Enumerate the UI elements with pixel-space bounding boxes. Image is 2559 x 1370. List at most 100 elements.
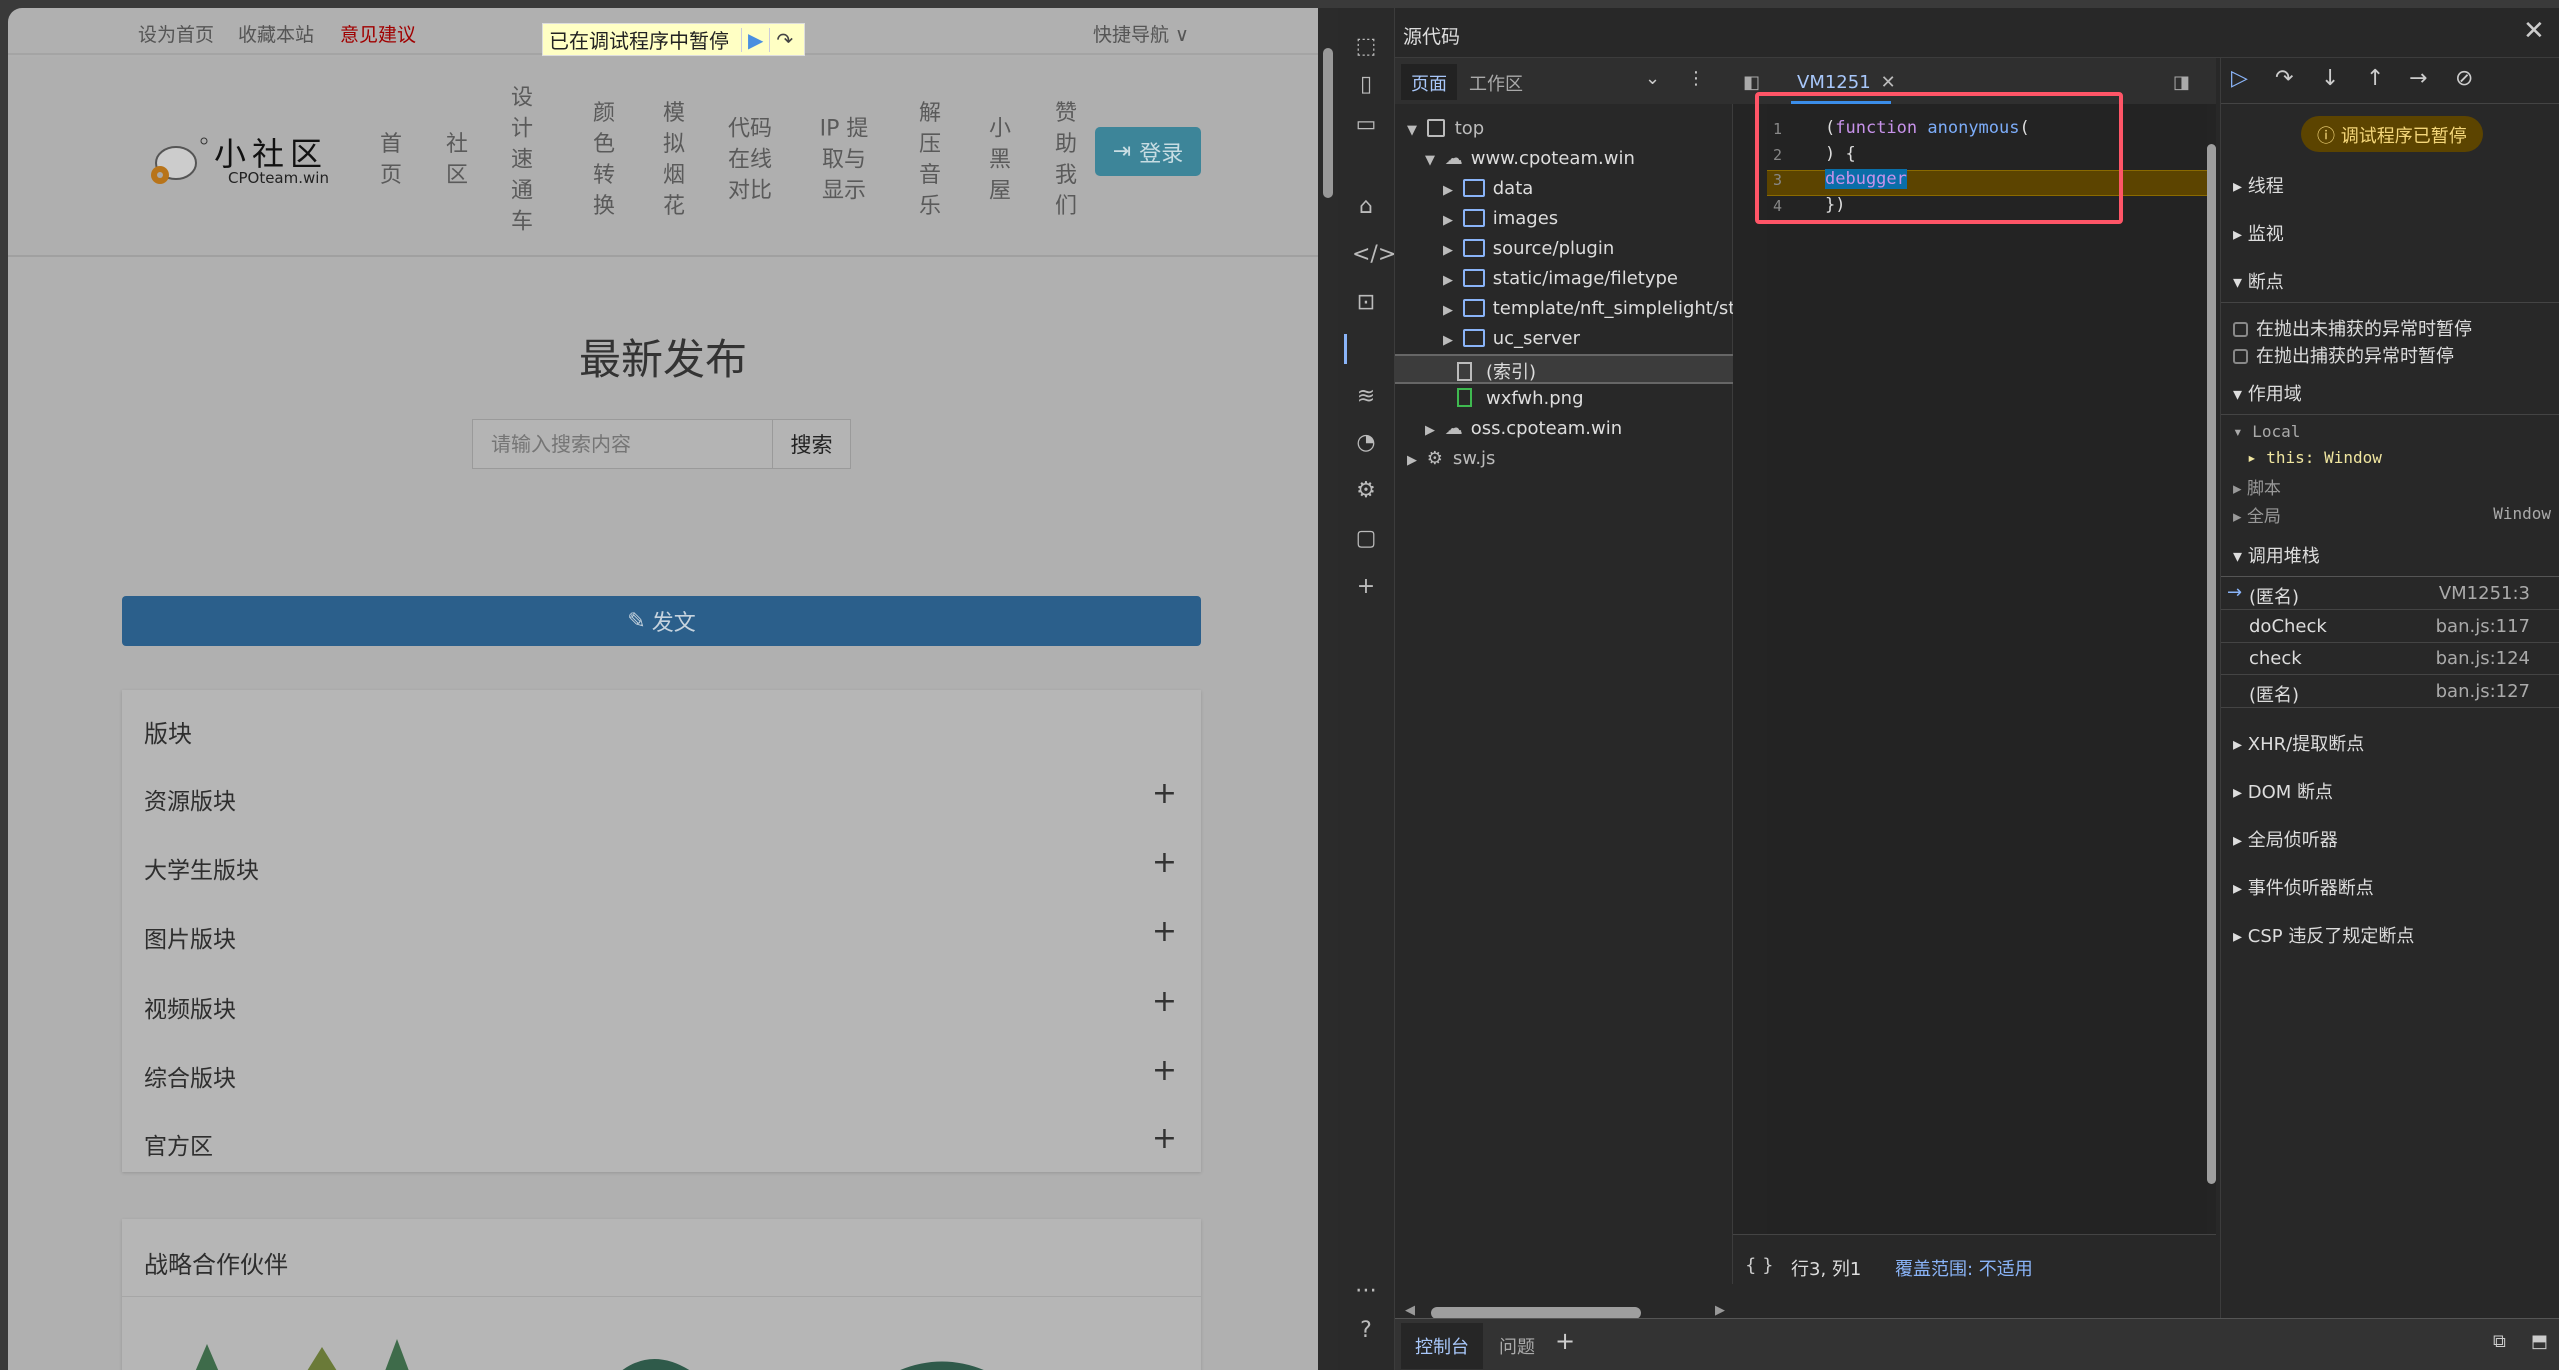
device-icon[interactable]: ▯ (1352, 72, 1380, 100)
pretty-print-button[interactable]: { } (1745, 1255, 1774, 1276)
board-item[interactable]: 视频版块 + (122, 984, 1201, 1024)
tree-item[interactable]: ▶ ⚙ sw.js (1407, 448, 1495, 469)
tree-item[interactable]: ▶ images (1443, 208, 1558, 229)
section-watch[interactable]: ▸ 监视 (2233, 220, 2284, 246)
tree-item[interactable]: ▶ static/image/filetype (1443, 268, 1678, 289)
plus-icon[interactable]: + (1152, 984, 1177, 1019)
section-event-breakpoints[interactable]: ▸ 事件侦听器断点 (2233, 874, 2374, 900)
step-icon[interactable]: → (2409, 66, 2427, 91)
nav-community[interactable]: 社区 (444, 129, 470, 191)
gear-icon[interactable]: ⚙ (1352, 478, 1380, 506)
section-dom[interactable]: ▸ DOM 断点 (2233, 778, 2333, 804)
nav-sponsor[interactable]: 赞助我们 (1053, 98, 1079, 222)
more-vert-icon[interactable]: ⋮ (1687, 68, 1705, 89)
performance-icon[interactable]: ◔ (1352, 430, 1380, 458)
scrollbar-thumb[interactable] (1323, 48, 1333, 198)
page-scrollbar[interactable] (1318, 8, 1338, 1370)
add-tool-icon[interactable]: + (1352, 574, 1380, 602)
tree-item[interactable]: ▶ data (1443, 178, 1533, 199)
login-button[interactable]: ⇥ 登录 (1095, 127, 1201, 176)
feedback-link[interactable]: 意见建议 (340, 20, 416, 47)
dock-icon[interactable]: ⧉ (2493, 1331, 2506, 1352)
nav-music[interactable]: 解压音乐 (917, 98, 943, 222)
board-item[interactable]: 大学生版块 + (122, 845, 1201, 885)
nav-fireworks[interactable]: 模拟烟花 (661, 98, 687, 222)
nav-design[interactable]: 设计速通车 (509, 83, 535, 238)
section-scope[interactable]: ▾ 作用域 (2233, 380, 2302, 406)
scope-this[interactable]: ▸ this: Window (2247, 448, 2382, 467)
nav-home[interactable]: 首页 (378, 129, 404, 191)
inspect-icon[interactable]: ⬚ (1352, 34, 1380, 62)
callstack-frame[interactable]: doCheck ban.js:117 (2221, 611, 2559, 643)
toggle-debugger-icon[interactable]: ◨ (2173, 72, 2190, 93)
tab-page[interactable]: 页面 (1401, 64, 1457, 100)
section-xhr[interactable]: ▸ XHR/提取断点 (2233, 730, 2364, 756)
nav-blackroom[interactable]: 小黑屋 (987, 114, 1013, 207)
application-icon[interactable]: ▢ (1352, 526, 1380, 554)
toggle-navigator-icon[interactable]: ◧ (1743, 72, 1760, 93)
callstack-frame[interactable]: check ban.js:124 (2221, 643, 2559, 675)
network-icon[interactable]: ≋ (1352, 384, 1380, 412)
step-over-icon[interactable]: ↷ (769, 27, 799, 52)
board-item[interactable]: 综合版块 + (122, 1053, 1201, 1093)
nav-code-diff[interactable]: 代码在线对比 (726, 114, 774, 207)
scrollbar-thumb[interactable] (2207, 144, 2216, 1184)
quick-nav-dropdown[interactable]: 快捷导航 ∨ (1093, 20, 1189, 47)
close-icon[interactable]: ✕ (2523, 16, 2545, 46)
step-into-icon[interactable]: ↓ (2321, 66, 2339, 91)
section-breakpoints[interactable]: ▾ 断点 (2233, 268, 2284, 294)
tree-item[interactable]: ▶ ☁ oss.cpoteam.win (1425, 418, 1622, 439)
board-item[interactable]: 官方区 + (122, 1121, 1201, 1161)
nav-ip[interactable]: IP 提取与显示 (818, 114, 870, 207)
elements-icon[interactable]: </> (1352, 242, 1396, 270)
bookmark-link[interactable]: 收藏本站 (238, 20, 314, 47)
chevron-down-icon[interactable]: ⌄ (1645, 68, 1660, 89)
tab-console[interactable]: 控制台 (1401, 1323, 1483, 1369)
tree-item[interactable]: ▶ source/plugin (1443, 238, 1614, 259)
pause-caught-checkbox[interactable]: 在抛出捕获的异常时暂停 (2233, 342, 2454, 368)
more-icon[interactable]: ⋯ (1352, 1278, 1380, 1306)
section-threads[interactable]: ▸ 线程 (2233, 172, 2284, 198)
step-out-icon[interactable]: ↑ (2366, 66, 2384, 91)
search-button[interactable]: 搜索 (772, 419, 851, 469)
plus-icon[interactable]: + (1152, 1053, 1177, 1088)
console-icon[interactable]: ⊡ (1352, 290, 1380, 318)
board-item[interactable]: 资源版块 + (122, 776, 1201, 816)
tree-item[interactable]: ▶ template/nft_simplelight/stat (1443, 298, 1753, 319)
resume-icon[interactable]: ▶ (741, 27, 769, 52)
resume-icon[interactable]: ▷ (2231, 66, 2248, 91)
step-over-icon[interactable]: ↷ (2275, 66, 2293, 91)
home-icon[interactable]: ⌂ (1352, 194, 1380, 222)
scope-global[interactable]: ▸ 全局 (2233, 502, 2281, 527)
coverage-status[interactable]: 覆盖范围: 不适用 (1895, 1255, 2033, 1281)
editor-scrollbar[interactable] (2207, 116, 2217, 1236)
pause-uncaught-checkbox[interactable]: 在抛出未捕获的异常时暂停 (2233, 315, 2472, 341)
scope-local[interactable]: ▾ Local (2233, 422, 2300, 441)
callstack-frame[interactable]: (匿名) ban.js:127 (2221, 676, 2559, 708)
scope-script[interactable]: ▸ 脚本 (2233, 474, 2281, 499)
section-callstack[interactable]: ▾ 调用堆栈 (2233, 542, 2320, 568)
tab-issues[interactable]: 问题 (1499, 1333, 1535, 1359)
callstack-frame[interactable]: → (匿名) VM1251:3 (2221, 578, 2559, 610)
section-csp[interactable]: ▸ CSP 违反了规定断点 (2233, 922, 2414, 948)
plus-icon[interactable]: + (1152, 914, 1177, 949)
sources-icon[interactable] (1352, 334, 1380, 362)
tree-item[interactable]: ▼ ☁ www.cpoteam.win (1425, 148, 1635, 169)
deactivate-breakpoints-icon[interactable]: ⊘ (2455, 66, 2473, 91)
help-icon[interactable]: ? (1352, 1318, 1380, 1346)
tree-item[interactable]: ▶ uc_server (1443, 328, 1580, 349)
plus-icon[interactable]: + (1152, 776, 1177, 811)
tab-workspace[interactable]: 工作区 (1469, 70, 1523, 96)
plus-icon[interactable]: + (1152, 845, 1177, 880)
plus-icon[interactable]: + (1152, 1121, 1177, 1156)
tree-item[interactable]: (索引) (1395, 354, 1733, 384)
board-item[interactable]: 图片版块 + (122, 914, 1201, 954)
section-global-listeners[interactable]: ▸ 全局侦听器 (2233, 826, 2338, 852)
nav-color[interactable]: 颜色转换 (591, 98, 617, 222)
add-tab-icon[interactable]: + (1555, 1327, 1575, 1355)
logo[interactable]: 小社区 CPOteam.win (148, 135, 329, 191)
set-home-link[interactable]: 设为首页 (138, 20, 214, 47)
undock-drawer-icon[interactable]: ⬒ (2531, 1331, 2548, 1352)
post-button[interactable]: ✎ 发文 (122, 596, 1201, 646)
search-input[interactable] (472, 419, 773, 469)
